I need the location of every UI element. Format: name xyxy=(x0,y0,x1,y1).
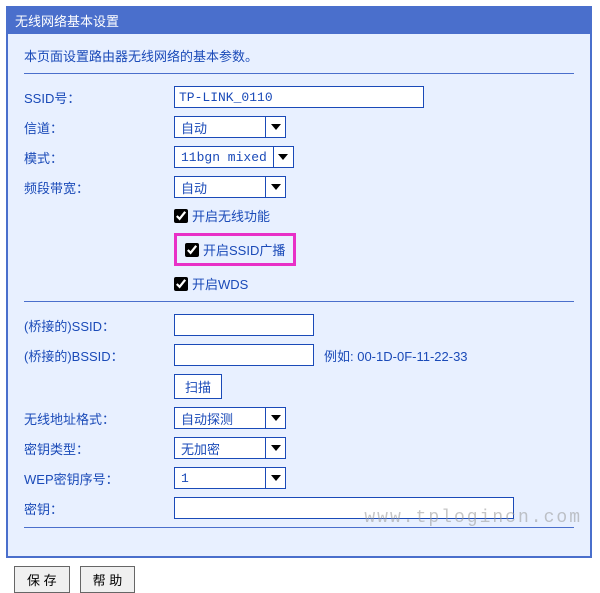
wep-index-label: WEP密钥序号： xyxy=(24,469,174,488)
save-button[interactable]: 保 存 xyxy=(14,566,70,593)
mode-row: 模式： 11bgn mixed xyxy=(24,146,574,168)
chevron-down-icon xyxy=(265,408,285,428)
key-type-select[interactable]: 无加密 xyxy=(174,437,286,459)
chevron-down-icon xyxy=(265,177,285,197)
divider xyxy=(24,301,574,302)
enable-wds-checkbox[interactable] xyxy=(174,277,188,291)
divider xyxy=(24,73,574,74)
bandwidth-label: 频段带宽： xyxy=(24,178,174,197)
bridge-ssid-input[interactable] xyxy=(174,314,314,336)
bridge-bssid-label: (桥接的)BSSID： xyxy=(24,346,174,365)
wireless-basic-settings-panel: 无线网络基本设置 本页面设置路由器无线网络的基本参数。 SSID号： 信道： 自… xyxy=(6,6,592,558)
bandwidth-select[interactable]: 自动 xyxy=(174,176,286,198)
enable-ssid-broadcast-checkbox[interactable] xyxy=(185,243,199,257)
key-type-value: 无加密 xyxy=(175,437,265,460)
enable-wireless-row: 开启无线功能 xyxy=(174,206,574,225)
channel-value: 自动 xyxy=(175,116,265,139)
wep-index-select[interactable]: 1 xyxy=(174,467,286,489)
panel-title: 无线网络基本设置 xyxy=(7,7,591,34)
mode-value: 11bgn mixed xyxy=(175,148,273,167)
wep-index-row: WEP密钥序号： 1 xyxy=(24,467,574,489)
help-button[interactable]: 帮 助 xyxy=(80,566,136,593)
panel-description: 本页面设置路由器无线网络的基本参数。 xyxy=(24,46,574,65)
enable-ssid-broadcast-row: 开启SSID广播 xyxy=(174,233,574,266)
highlight-border: 开启SSID广播 xyxy=(174,233,296,266)
enable-wireless-label: 开启无线功能 xyxy=(192,206,270,225)
bandwidth-value: 自动 xyxy=(175,176,265,199)
chevron-down-icon xyxy=(265,468,285,488)
bridge-bssid-input[interactable] xyxy=(174,344,314,366)
key-type-row: 密钥类型： 无加密 xyxy=(24,437,574,459)
scan-button[interactable]: 扫描 xyxy=(174,374,222,399)
bridge-ssid-row: (桥接的)SSID： xyxy=(24,314,574,336)
button-row: 保 存 帮 助 xyxy=(14,566,600,593)
watermark: www.tplogincn.com xyxy=(364,508,582,528)
bssid-example: 例如: 00-1D-0F-11-22-33 xyxy=(324,346,468,365)
bandwidth-row: 频段带宽： 自动 xyxy=(24,176,574,198)
chevron-down-icon xyxy=(265,438,285,458)
scan-row: 扫描 xyxy=(174,374,574,399)
key-label: 密钥： xyxy=(24,499,174,518)
mode-select[interactable]: 11bgn mixed xyxy=(174,146,294,168)
ssid-row: SSID号： xyxy=(24,86,574,108)
bridge-bssid-row: (桥接的)BSSID： 例如: 00-1D-0F-11-22-33 xyxy=(24,344,574,366)
enable-ssid-broadcast-label: 开启SSID广播 xyxy=(203,240,285,259)
addr-format-select[interactable]: 自动探测 xyxy=(174,407,286,429)
chevron-down-icon xyxy=(265,117,285,137)
enable-wireless-checkbox[interactable] xyxy=(174,209,188,223)
mode-label: 模式： xyxy=(24,148,174,167)
panel-body: 本页面设置路由器无线网络的基本参数。 SSID号： 信道： 自动 模式： 11b… xyxy=(7,34,591,557)
addr-format-value: 自动探测 xyxy=(175,407,265,430)
chevron-down-icon xyxy=(273,147,293,167)
enable-wds-row: 开启WDS xyxy=(174,274,574,293)
key-type-label: 密钥类型： xyxy=(24,439,174,458)
addr-format-label: 无线地址格式： xyxy=(24,409,174,428)
channel-select[interactable]: 自动 xyxy=(174,116,286,138)
wep-index-value: 1 xyxy=(175,469,265,488)
bridge-ssid-label: (桥接的)SSID： xyxy=(24,316,174,335)
ssid-label: SSID号： xyxy=(24,88,174,107)
ssid-input[interactable] xyxy=(174,86,424,108)
addr-format-row: 无线地址格式： 自动探测 xyxy=(24,407,574,429)
channel-label: 信道： xyxy=(24,118,174,137)
enable-wds-label: 开启WDS xyxy=(192,274,248,293)
channel-row: 信道： 自动 xyxy=(24,116,574,138)
